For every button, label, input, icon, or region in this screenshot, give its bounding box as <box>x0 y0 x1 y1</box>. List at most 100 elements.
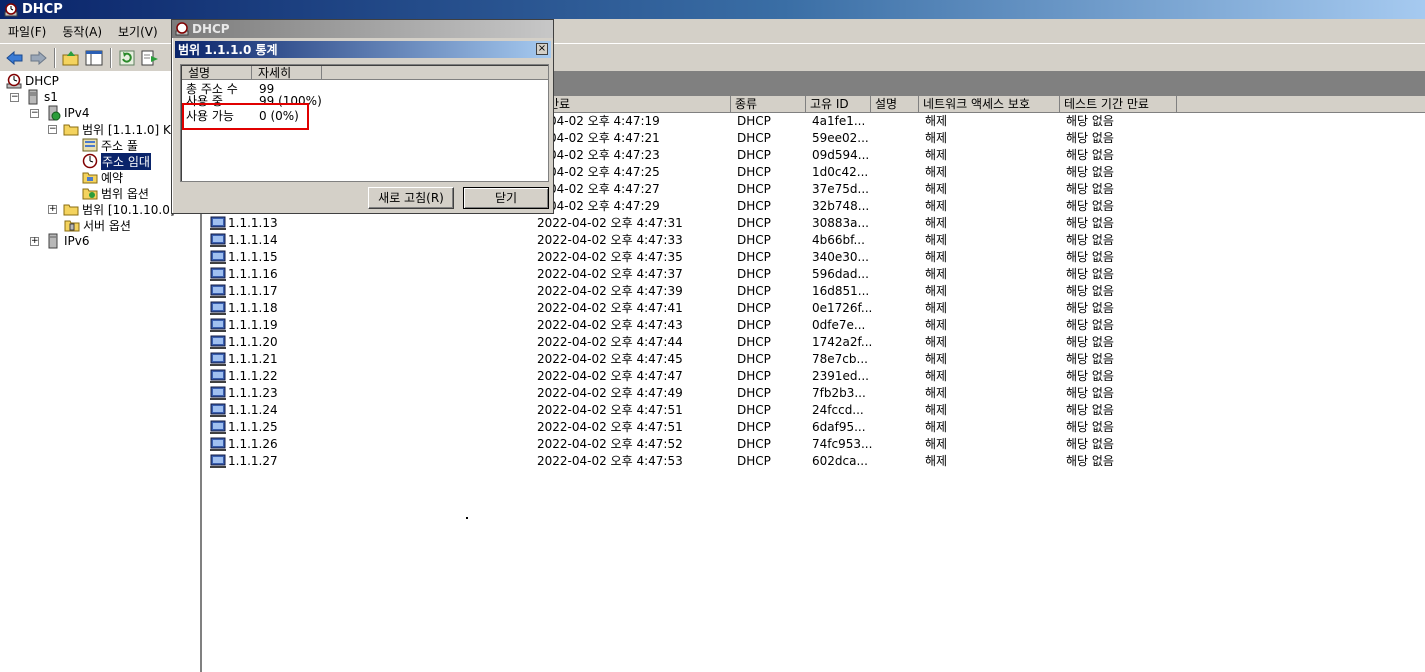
table-row[interactable]: 1.1.1.20 2022-04-02 오후 4:47:44 DHCP 1742a2f… <box>205 334 1425 351</box>
column-header-nap[interactable]: 네트워크 액세스 보호 <box>919 96 1060 113</box>
cell-expires: 2022-04-02 오후 4:47:45 <box>537 352 683 366</box>
cell-probation: 해당 없음 <box>1066 114 1114 128</box>
tree-label-scope-options: 범위 옵션 <box>101 186 149 201</box>
cell-nap: 해제 <box>925 114 948 128</box>
column-header-probation[interactable]: 테스트 기간 만료 <box>1060 96 1177 113</box>
tree-node-address-leases[interactable]: 주소 임대 <box>82 152 151 170</box>
table-row[interactable]: 1.1.1.17 2022-04-02 오후 4:47:39 DHCP 16d851.… <box>205 283 1425 300</box>
tree-node-scope-1[interactable]: − 범위 [1.1.1.0] K <box>48 121 171 137</box>
back-arrow-icon[interactable] <box>4 47 26 69</box>
cell-probation: 해당 없음 <box>1066 369 1114 383</box>
cell-ip: 1.1.1.14 <box>228 233 278 247</box>
computer-icon <box>210 403 226 417</box>
table-row[interactable]: 1.1.1.22 2022-04-02 오후 4:47:47 DHCP 2391ed.… <box>205 368 1425 385</box>
dhcp-app-icon <box>4 2 18 16</box>
up-folder-icon[interactable] <box>60 47 82 69</box>
app-title: DHCP <box>22 2 63 17</box>
cell-nap: 해제 <box>925 250 948 264</box>
cell-type: DHCP <box>737 386 771 400</box>
tree-node-ipv4[interactable]: − IPv4 <box>30 105 90 121</box>
menu-file[interactable]: 파일(F) <box>0 23 54 40</box>
tree-node-server[interactable]: − s1 <box>10 89 58 105</box>
close-button[interactable]: 닫기 <box>463 187 549 209</box>
table-row[interactable]: 1.1.1.27 2022-04-02 오후 4:47:53 DHCP 602dca.… <box>205 453 1425 470</box>
table-row[interactable]: 1.1.1.26 2022-04-02 오후 4:47:52 DHCP 74fc953… <box>205 436 1425 453</box>
computer-icon <box>210 369 226 383</box>
column-header-details[interactable]: 자세히 <box>252 66 322 80</box>
cell-expires: 2022-04-02 오후 4:47:44 <box>537 335 683 349</box>
cell-probation: 해당 없음 <box>1066 284 1114 298</box>
folder-icon <box>63 204 79 216</box>
cell-type: DHCP <box>737 182 771 196</box>
forward-arrow-icon[interactable] <box>27 47 49 69</box>
cell-expires: 2022-04-02 오후 4:47:37 <box>537 267 683 281</box>
toolbar-separator-2 <box>110 47 112 68</box>
cell-type: DHCP <box>737 369 771 383</box>
cell-type: DHCP <box>737 420 771 434</box>
expand-toggle[interactable]: + <box>48 204 57 214</box>
refresh-button[interactable]: 새로 고침(R) <box>368 187 454 209</box>
scope-options-icon <box>82 188 98 200</box>
cell-uid: 09d594... <box>812 148 870 162</box>
table-row[interactable]: 1.1.1.25 2022-04-02 오후 4:47:51 DHCP 6daf95.… <box>205 419 1425 436</box>
expand-toggle[interactable]: + <box>30 236 39 246</box>
computer-icon <box>210 386 226 400</box>
dialog-close-x-button[interactable]: × <box>536 43 548 55</box>
column-header-type[interactable]: 종류 <box>731 96 806 113</box>
tree-node-dhcp[interactable]: DHCP <box>6 73 59 89</box>
table-row[interactable]: 1.1.1.13 2022-04-02 오후 4:47:31 DHCP 30883a.… <box>205 215 1425 232</box>
tree-node-ipv6[interactable]: + IPv6 <box>30 233 90 249</box>
cell-nap: 해제 <box>925 318 948 332</box>
collapse-toggle[interactable]: − <box>10 92 19 102</box>
cell-nap: 해제 <box>925 454 948 468</box>
cell-type: DHCP <box>737 301 771 315</box>
menu-action[interactable]: 동작(A) <box>54 23 110 40</box>
cell-type: DHCP <box>737 114 771 128</box>
cell-probation: 해당 없음 <box>1066 165 1114 179</box>
cell-probation: 해당 없음 <box>1066 403 1114 417</box>
table-row[interactable]: 1.1.1.16 2022-04-02 오후 4:47:37 DHCP 596dad.… <box>205 266 1425 283</box>
tree-node-scope-options[interactable]: 범위 옵션 <box>82 185 149 201</box>
tree-node-server-options[interactable]: 서버 옵션 <box>64 217 131 233</box>
server-options-icon <box>64 220 80 232</box>
cell-uid: 0e1726f... <box>812 301 873 315</box>
table-row[interactable]: 1.1.1.15 2022-04-02 오후 4:47:35 DHCP 340e30.… <box>205 249 1425 266</box>
tree-node-address-pool[interactable]: 주소 풀 <box>82 137 138 153</box>
cell-type: DHCP <box>737 199 771 213</box>
dialog-window-titlebar[interactable]: DHCP <box>172 20 553 38</box>
menu-view[interactable]: 보기(V) <box>110 23 166 40</box>
dialog-title: 범위 1.1.1.0 통계 <box>178 43 278 57</box>
cell-expires: 2022-04-02 오후 4:47:53 <box>537 454 683 468</box>
tree-label-ipv4: IPv4 <box>64 106 90 120</box>
dhcp-app-icon <box>175 22 189 36</box>
cell-nap: 해제 <box>925 182 948 196</box>
table-row[interactable]: 1.1.1.19 2022-04-02 오후 4:47:43 DHCP 0dfe7e.… <box>205 317 1425 334</box>
column-header-description[interactable]: 설명 <box>871 96 919 113</box>
app-titlebar[interactable]: DHCP <box>0 0 1425 19</box>
table-row[interactable]: 1.1.1.23 2022-04-02 오후 4:47:49 DHCP 7fb2b3.… <box>205 385 1425 402</box>
address-leases-icon <box>82 153 98 169</box>
cell-ip: 1.1.1.26 <box>228 437 278 451</box>
dialog-titlebar[interactable]: 범위 1.1.1.0 통계 × <box>175 41 551 58</box>
show-hide-tree-icon[interactable] <box>83 47 105 69</box>
column-header-unique-id[interactable]: 고유 ID <box>806 96 871 113</box>
table-row[interactable]: 1.1.1.24 2022-04-02 오후 4:47:51 DHCP 24fccd.… <box>205 402 1425 419</box>
cell-expires: 2022-04-02 오후 4:47:39 <box>537 284 683 298</box>
collapse-toggle[interactable]: − <box>48 124 57 134</box>
tree-label-ipv6: IPv6 <box>64 234 90 248</box>
column-header-lease-expiration[interactable]: 만료 <box>538 96 731 113</box>
table-row[interactable]: 1.1.1.18 2022-04-02 오후 4:47:41 DHCP 0e1726f… <box>205 300 1425 317</box>
cell-expires: 2022-04-02 오후 4:47:51 <box>537 420 683 434</box>
refresh-icon[interactable] <box>116 47 138 69</box>
table-row[interactable]: 1.1.1.14 2022-04-02 오후 4:47:33 DHCP 4b66bf.… <box>205 232 1425 249</box>
tree-node-reservations[interactable]: 예약 <box>82 169 123 185</box>
table-row[interactable]: 1.1.1.21 2022-04-02 오후 4:47:45 DHCP 78e7cb.… <box>205 351 1425 368</box>
collapse-toggle[interactable]: − <box>30 108 39 118</box>
export-list-icon[interactable] <box>139 47 161 69</box>
column-header-description[interactable]: 설명 <box>182 66 252 80</box>
cell-expires: 2022-04-02 오후 4:47:35 <box>537 250 683 264</box>
computer-icon <box>210 301 226 315</box>
computer-icon <box>210 352 226 366</box>
cell-ip: 1.1.1.19 <box>228 318 278 332</box>
tree-node-scope-2[interactable]: + 범위 [10.1.10.0] <box>48 201 175 217</box>
